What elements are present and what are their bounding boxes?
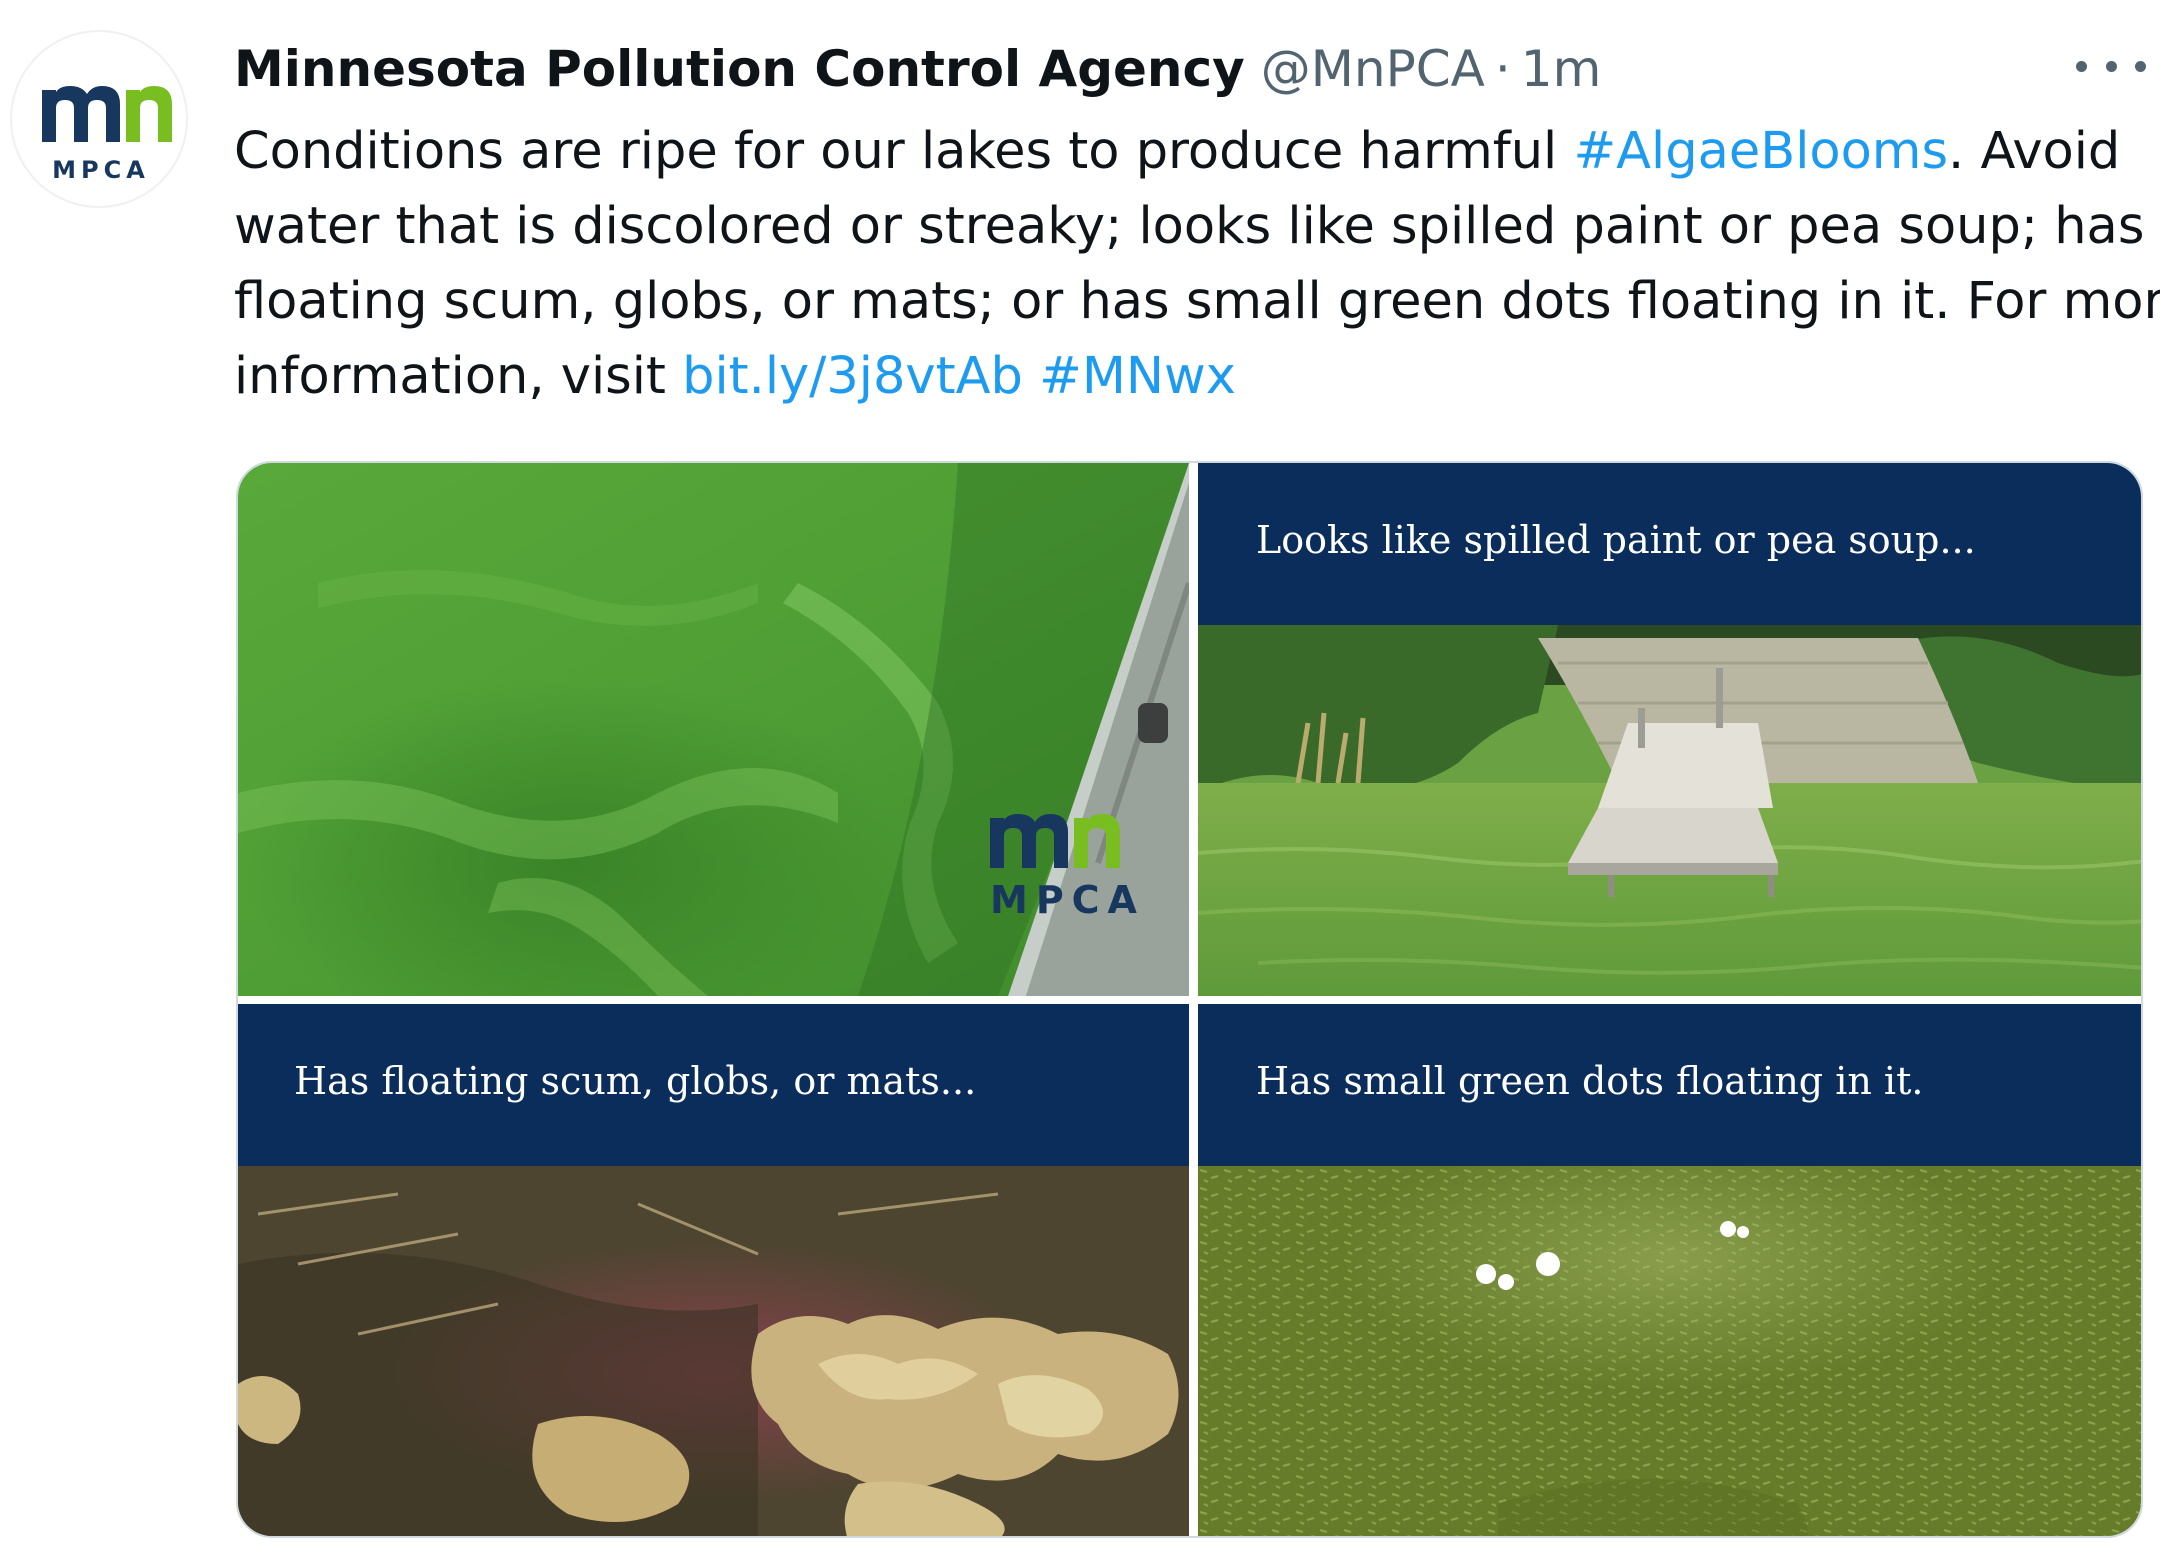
photo-caption: Has floating scum, globs, or mats... — [294, 1059, 977, 1103]
timestamp[interactable]: 1m — [1521, 36, 1602, 102]
user-handle[interactable]: @MnPCA — [1261, 36, 1485, 102]
display-name[interactable]: Minnesota Pollution Control Agency — [234, 36, 1245, 102]
more-options-icon — [2105, 60, 2117, 72]
hashtag-mnwx[interactable]: #MNwx — [1039, 347, 1236, 406]
photo-floating-scum[interactable]: Has floating scum, globs, or mats... — [238, 1004, 1189, 1536]
avatar-wordmark: MPCA — [52, 156, 150, 184]
header-separator: · — [1494, 40, 1511, 98]
avatar[interactable]: MPCA — [10, 30, 188, 208]
photo-caption: Has small green dots floating in it. — [1256, 1059, 1924, 1103]
more-options-icon — [2135, 60, 2146, 72]
more-options-button[interactable] — [2076, 48, 2146, 84]
tweet-text-line: Conditions are ripe for our lakes to pro… — [234, 114, 2154, 189]
tweet-text-line: floating scum, globs, or mats; or has sm… — [234, 272, 2160, 331]
tweet-text-segment: Conditions are ripe for our lakes to pro… — [234, 122, 1574, 181]
algae-water-image: MPCA — [238, 463, 1189, 996]
tweet-text: Conditions are ripe for our lakes to pro… — [234, 114, 2160, 414]
photo-caption: Looks like spilled paint or pea soup... — [1256, 518, 1976, 562]
photo-green-dots[interactable]: Has small green dots floating in it. — [1198, 1004, 2141, 1536]
photo-watermark-text: MPCA — [990, 878, 1145, 922]
tweet-text-segment: information, visit — [234, 347, 683, 406]
media-grid: MPCA Looks like spilled paint or pea sou… — [236, 461, 2143, 1538]
more-options-icon — [2076, 60, 2087, 72]
photo-pea-soup-dock[interactable]: Looks like spilled paint or pea soup... — [1198, 463, 2141, 996]
tweet-text-segment: . Avoid — [1948, 122, 2121, 181]
mpca-logo-icon: MPCA — [42, 86, 172, 184]
tweet-text-line: water that is discolored or streaky; loo… — [234, 197, 2145, 256]
hashtag-algaeblooms[interactable]: #AlgaeBlooms — [1573, 122, 1948, 181]
tweet-link[interactable]: bit.ly/3j8vtAb — [682, 347, 1023, 406]
tweet-header: Minnesota Pollution Control Agency @MnPC… — [234, 36, 1601, 102]
photo-algae-water[interactable]: MPCA — [238, 463, 1189, 996]
tweet-text-line: information, visit bit.ly/3j8vtAb #MNwx — [234, 339, 2154, 414]
